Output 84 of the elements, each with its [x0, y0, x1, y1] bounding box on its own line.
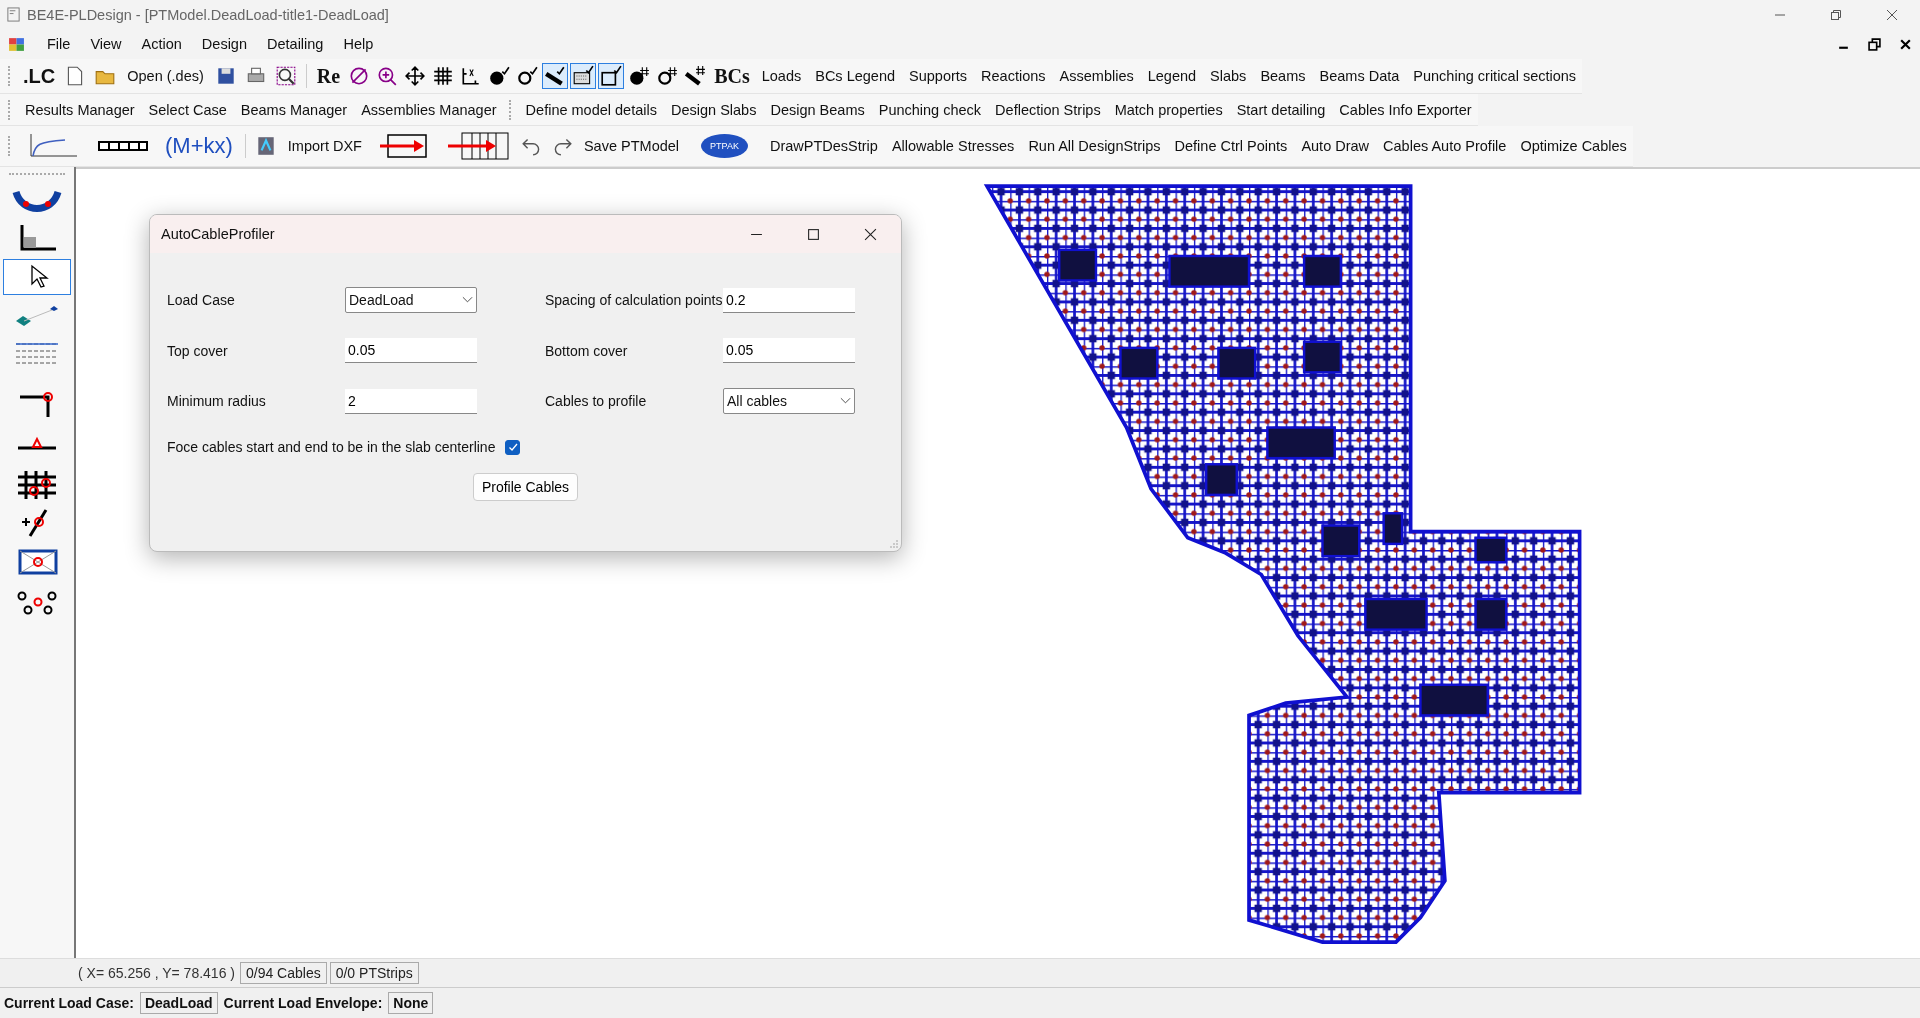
toolbar-button[interactable]: Legend — [1141, 65, 1203, 87]
field-label: Bottom cover — [545, 342, 629, 359]
load-case-label: Current Load Case: — [4, 995, 134, 1011]
menu-item[interactable]: Help — [333, 32, 384, 56]
close-icon[interactable] — [1886, 8, 1898, 21]
toolbar-button[interactable]: Define Ctrl Points — [1168, 135, 1294, 157]
frame-check-icon[interactable] — [598, 63, 625, 89]
toolbar-button[interactable]: Auto Draw — [1295, 135, 1376, 157]
dialog-title: AutoCableProfiler — [161, 226, 275, 242]
input-field[interactable]: 0.2 — [723, 287, 855, 313]
toolbar-button[interactable]: Start detailing — [1230, 98, 1332, 121]
resize-grip-icon[interactable] — [890, 540, 898, 548]
toolbar-button[interactable]: Optimize Cables — [1514, 135, 1633, 157]
load-envelope-label: Current Load Envelope: — [223, 995, 383, 1011]
toolbar-button[interactable]: Beams Data — [1313, 65, 1406, 87]
toolbar-button[interactable]: Run All DesignStrips — [1022, 135, 1167, 157]
window-title: BE4E-PLDesign - [PTModel.DeadLoad-title1-DeadLoad] — [27, 6, 389, 23]
toolbar-button[interactable]: Design Slabs — [665, 98, 763, 121]
toolbar-button[interactable]: Deflection Strips — [989, 98, 1107, 121]
open-button[interactable]: Open (.des) — [121, 65, 210, 87]
close-icon[interactable] — [864, 227, 877, 241]
restore-icon[interactable] — [1868, 37, 1881, 51]
toolbar-button[interactable]: Slabs — [1204, 65, 1253, 87]
menu-item[interactable]: File — [37, 32, 81, 56]
toolbar-button[interactable]: Punching critical sections — [1407, 65, 1583, 87]
app-icon — [6, 7, 21, 22]
bcs-button[interactable]: BCs — [710, 64, 754, 88]
input-field[interactable]: 0.05 — [723, 338, 855, 363]
zoom-icon[interactable] — [274, 65, 297, 87]
arrow-grid-icon[interactable] — [445, 131, 510, 161]
toolbar-button[interactable]: Punching check — [872, 98, 988, 121]
menu-item[interactable]: Detailing — [257, 32, 334, 56]
toolbar-button[interactable]: Results Manager — [19, 98, 141, 121]
chevron-down-icon — [840, 397, 851, 405]
checkmark-icon — [506, 441, 519, 453]
load-envelope-value: None — [388, 992, 434, 1014]
bar-check-icon[interactable] — [542, 63, 569, 89]
close-icon[interactable] — [1899, 37, 1912, 51]
load-case-value: DeadLoad — [139, 992, 218, 1014]
strips-count: 0/0 PTStrips — [329, 962, 419, 984]
dropdown[interactable]: All cables — [723, 388, 855, 414]
dropdown[interactable]: DeadLoad — [345, 287, 477, 313]
input-field[interactable]: 2 — [345, 388, 477, 414]
import-dxf-button[interactable]: Import DXF — [281, 135, 368, 157]
toolbar-button[interactable]: Allowable Stresses — [885, 135, 1021, 157]
profile-cables-button[interactable]: Profile Cables — [472, 473, 579, 501]
box-check-icon[interactable] — [570, 63, 597, 89]
redraw-button[interactable]: Re — [312, 64, 345, 88]
menu-item[interactable]: Design — [191, 32, 257, 56]
chevron-down-icon — [462, 296, 473, 304]
field-label: Top cover — [167, 342, 229, 359]
toolbar-button[interactable]: Design Beams — [764, 98, 871, 121]
menu-item[interactable]: Action — [131, 32, 192, 56]
coordinates-text: ( X= 65.256 , Y= 78.416 ) — [78, 965, 236, 981]
field-label: Spacing of calculation points — [545, 292, 723, 308]
toolbar-button[interactable]: Supports — [903, 65, 974, 87]
pointer-icon[interactable] — [3, 259, 71, 295]
toolbar-button[interactable]: Assemblies Manager — [355, 98, 503, 121]
toolbar-button[interactable]: Reactions — [975, 65, 1052, 87]
toolbar-button[interactable]: Cables Auto Profile — [1377, 135, 1513, 157]
menu-item[interactable]: View — [80, 32, 132, 56]
toolbar-button[interactable]: Cables Info Exporter — [1333, 98, 1478, 121]
toolbar-button[interactable]: BCs Legend — [809, 65, 902, 87]
field-label: Cables to profile — [545, 393, 648, 409]
checkbox[interactable] — [505, 439, 521, 455]
toolbar-button[interactable]: Beams — [1254, 65, 1312, 87]
restore-icon[interactable] — [1830, 8, 1842, 21]
formula-button[interactable]: (M+kx) — [159, 133, 239, 159]
field-label: Load Case — [167, 292, 236, 308]
maximize-icon[interactable] — [807, 227, 820, 241]
save-model-button[interactable]: Save PTModel — [577, 135, 686, 157]
field-label: Minimum radius — [167, 393, 267, 409]
toolbar-button[interactable]: DrawPTDesStrip — [763, 135, 884, 157]
toolbar-button[interactable]: Beams Manager — [234, 98, 354, 121]
input-field[interactable]: 0.05 — [345, 338, 477, 363]
checkbox-label: Foce cables start and end to be in the slab centerline — [167, 439, 496, 455]
toolbar-button[interactable]: Assemblies — [1053, 65, 1140, 87]
toolbar-button[interactable]: Match properties — [1108, 98, 1229, 121]
toolbar-button[interactable]: Define model details — [519, 98, 663, 121]
lc-button[interactable]: .LC — [19, 64, 60, 88]
toolbar-button[interactable]: Loads — [755, 65, 808, 87]
toolbar-button[interactable]: Select Case — [142, 98, 233, 121]
ptpak-logo[interactable]: PTPAK — [701, 134, 748, 158]
cables-count: 0/94 Cables — [239, 962, 327, 984]
